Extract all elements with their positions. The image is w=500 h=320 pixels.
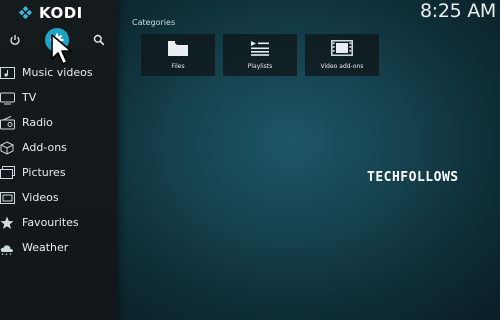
app-title: KODI xyxy=(39,4,83,22)
search-button[interactable] xyxy=(87,28,111,52)
search-icon xyxy=(93,34,105,46)
playlist-icon xyxy=(250,39,270,57)
kodi-logo-icon xyxy=(18,5,33,19)
pictures-icon xyxy=(0,164,18,182)
music-video-icon xyxy=(0,64,18,82)
tile-label: Files xyxy=(171,63,185,70)
tile-files[interactable]: Files xyxy=(141,34,215,76)
menu-item-weather[interactable]: Weather xyxy=(0,235,117,260)
weather-icon xyxy=(0,239,18,257)
menu-label: Pictures xyxy=(22,166,66,179)
menu-item-addons[interactable]: Add-ons xyxy=(0,135,117,160)
folder-icon xyxy=(167,39,189,57)
menu-item-pictures[interactable]: Pictures xyxy=(0,160,117,185)
star-icon xyxy=(0,214,18,232)
menu-label: Weather xyxy=(22,241,69,254)
section-title: Categories xyxy=(132,18,176,27)
power-button[interactable] xyxy=(3,28,27,52)
addons-icon xyxy=(0,139,18,157)
tile-label: Video add-ons xyxy=(320,63,364,70)
menu-label: Add-ons xyxy=(22,141,67,154)
tile-video-addons[interactable]: Video add-ons xyxy=(305,34,379,76)
menu-item-tv[interactable]: TV xyxy=(0,85,117,110)
radio-icon xyxy=(0,114,18,132)
mouse-cursor-icon xyxy=(50,33,76,71)
main-menu: Music videos TV Radio Add-ons Pictures V… xyxy=(0,60,117,260)
menu-label: Radio xyxy=(22,116,53,129)
clock: 8:25 AM xyxy=(420,0,496,22)
menu-item-favourites[interactable]: Favourites xyxy=(0,210,117,235)
tv-icon xyxy=(0,89,18,107)
menu-item-radio[interactable]: Radio xyxy=(0,110,117,135)
tile-label: Playlists xyxy=(247,63,273,70)
tile-playlists[interactable]: Playlists xyxy=(223,34,297,76)
power-icon xyxy=(10,35,20,45)
film-icon xyxy=(331,39,353,57)
menu-label: TV xyxy=(22,91,37,104)
menu-item-videos[interactable]: Videos xyxy=(0,185,117,210)
videos-icon xyxy=(0,189,18,207)
menu-label: Videos xyxy=(22,191,59,204)
watermark: TECHFOLLOWS xyxy=(367,170,459,185)
menu-label: Favourites xyxy=(22,216,79,229)
kodi-logo: KODI xyxy=(18,3,83,23)
